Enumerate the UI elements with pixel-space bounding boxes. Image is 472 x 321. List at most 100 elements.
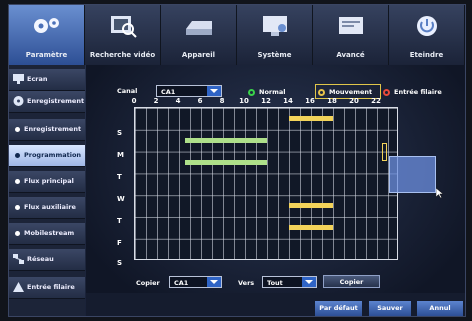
- day-label: T: [117, 217, 122, 225]
- canal-label: Canal: [117, 87, 138, 95]
- day-label: S: [117, 129, 123, 137]
- legend-alarm-radio[interactable]: [383, 89, 390, 96]
- hour-tick: 18: [327, 97, 337, 105]
- schedule-segment-mouvement[interactable]: [289, 115, 333, 121]
- hour-tick: 10: [239, 97, 249, 105]
- dvr-settings-screen: Paramètre Recherche vidéo Appareil Systè…: [8, 4, 466, 317]
- tab-label: Paramètre: [25, 51, 68, 59]
- day-label: W: [117, 195, 125, 203]
- network-icon: [13, 254, 24, 264]
- save-button[interactable]: Sauver: [369, 301, 411, 316]
- cancel-button[interactable]: Annul: [417, 301, 463, 316]
- sidebar-item-label: Enregistrement: [24, 125, 82, 133]
- tab-eteindre[interactable]: Eteindre: [389, 5, 465, 65]
- chevron-down-icon: [207, 277, 221, 287]
- bullet-icon: [15, 205, 20, 210]
- legend-alarm-label: Entrée filaire: [394, 88, 442, 96]
- tab-label: Système: [257, 51, 292, 59]
- default-button[interactable]: Par défaut: [315, 301, 362, 316]
- bullet-icon: [15, 153, 20, 158]
- sidebar-item-enregistrement-group[interactable]: Enregistrement: [9, 91, 85, 113]
- hour-tick: 6: [197, 97, 203, 105]
- sidebar-item-label: Réseau: [27, 255, 54, 263]
- canal-value: CA1: [161, 88, 176, 96]
- hour-tick: 14: [283, 97, 293, 105]
- hour-tick: 8: [219, 97, 225, 105]
- top-tab-bar: Paramètre Recherche vidéo Appareil Systè…: [9, 5, 465, 65]
- sidebar-item-reseau[interactable]: Réseau: [9, 249, 85, 271]
- copy-from-label: Copier: [136, 279, 160, 287]
- tab-appareil[interactable]: Appareil: [161, 5, 237, 65]
- bullet-icon: [15, 127, 20, 132]
- sidebar-item-entree-filaire[interactable]: Entrée filaire: [9, 277, 85, 299]
- canal-select[interactable]: CA1: [156, 85, 222, 97]
- copy-to-select[interactable]: Tout: [262, 276, 317, 288]
- copy-to-value: Tout: [267, 279, 283, 287]
- sidebar-item-enregistrement[interactable]: Enregistrement: [9, 119, 85, 141]
- hour-tick: 20: [349, 97, 359, 105]
- sidebar: Ecran Enregistrement Enregistrement Prog…: [9, 65, 85, 316]
- film-reel-icon: [13, 96, 24, 106]
- schedule-segment-normal[interactable]: [184, 137, 267, 143]
- copy-from-select[interactable]: CA1: [169, 276, 222, 288]
- sidebar-item-label: Flux principal: [24, 177, 74, 185]
- schedule-segment-mouvement[interactable]: [289, 203, 333, 209]
- legend-motion-radio[interactable]: [318, 89, 325, 96]
- selection-box[interactable]: [389, 156, 436, 193]
- schedule-panel: Canal CA1 Normal Mouvement Entrée filair…: [86, 65, 465, 316]
- hour-tick: 12: [261, 97, 271, 105]
- sidebar-item-label: Entrée filaire: [27, 283, 75, 291]
- tab-systeme[interactable]: Système: [237, 5, 313, 65]
- schedule-grid[interactable]: [134, 107, 444, 260]
- tab-label: Avancé: [336, 51, 365, 59]
- tab-label: Recherche vidéo: [89, 51, 156, 59]
- legend-motion-label: Mouvement: [329, 88, 373, 96]
- legend-normal-label: Normal: [259, 88, 286, 96]
- hour-axis: 0 2 4 6 8 10 12 14 16 18 20 22: [131, 97, 398, 106]
- schedule-segment-normal[interactable]: [184, 159, 267, 165]
- sidebar-item-flux-principal[interactable]: Flux principal: [9, 171, 85, 193]
- advanced-window-icon: [338, 17, 363, 34]
- legend-normal-radio[interactable]: [248, 89, 255, 96]
- hour-tick: 16: [305, 97, 315, 105]
- gears-icon: [33, 18, 59, 33]
- day-label: T: [117, 173, 122, 181]
- copy-button[interactable]: Copier: [323, 275, 380, 288]
- sidebar-item-label: Ecran: [27, 75, 48, 83]
- schedule-segment-mouvement[interactable]: [289, 224, 333, 230]
- sidebar-item-label: Flux auxiliaire: [24, 203, 76, 211]
- hour-tick: 4: [175, 97, 181, 105]
- monitor-icon: [262, 16, 287, 36]
- day-label: M: [117, 151, 124, 159]
- motion-marker: [382, 143, 387, 161]
- power-icon: [416, 16, 437, 36]
- tab-recherche-video[interactable]: Recherche vidéo: [85, 5, 161, 65]
- copy-from-value: CA1: [174, 279, 189, 287]
- sidebar-item-mobilestream[interactable]: Mobilestream: [9, 223, 85, 245]
- video-search-icon: [110, 16, 137, 38]
- bullet-icon: [15, 179, 20, 184]
- monitor-frame: Paramètre Recherche vidéo Appareil Systè…: [0, 0, 472, 321]
- hour-tick: 0: [131, 97, 137, 105]
- sidebar-item-label: Programmation: [24, 151, 82, 159]
- tab-avance[interactable]: Avancé: [313, 5, 389, 65]
- bullet-icon: [15, 231, 20, 236]
- day-label: S: [117, 259, 123, 267]
- sidebar-item-label: Mobilestream: [24, 229, 75, 237]
- day-label: F: [117, 239, 122, 247]
- chevron-down-icon: [207, 86, 221, 96]
- copy-to-label: Vers: [238, 279, 255, 287]
- sidebar-item-ecran[interactable]: Ecran: [9, 69, 85, 91]
- hour-tick: 2: [153, 97, 159, 105]
- tab-label: Appareil: [181, 51, 216, 59]
- monitor-icon: [13, 74, 24, 84]
- sidebar-item-programmation[interactable]: Programmation: [9, 145, 85, 167]
- alarm-icon: [13, 282, 24, 292]
- hard-drive-icon: [185, 21, 212, 35]
- chevron-down-icon: [302, 277, 316, 287]
- tab-parametre[interactable]: Paramètre: [9, 5, 85, 65]
- sidebar-item-flux-auxiliaire[interactable]: Flux auxiliaire: [9, 197, 85, 219]
- sidebar-item-label: Enregistrement: [27, 97, 85, 105]
- mouse-cursor-icon: [436, 188, 444, 198]
- tab-label: Eteindre: [409, 51, 444, 59]
